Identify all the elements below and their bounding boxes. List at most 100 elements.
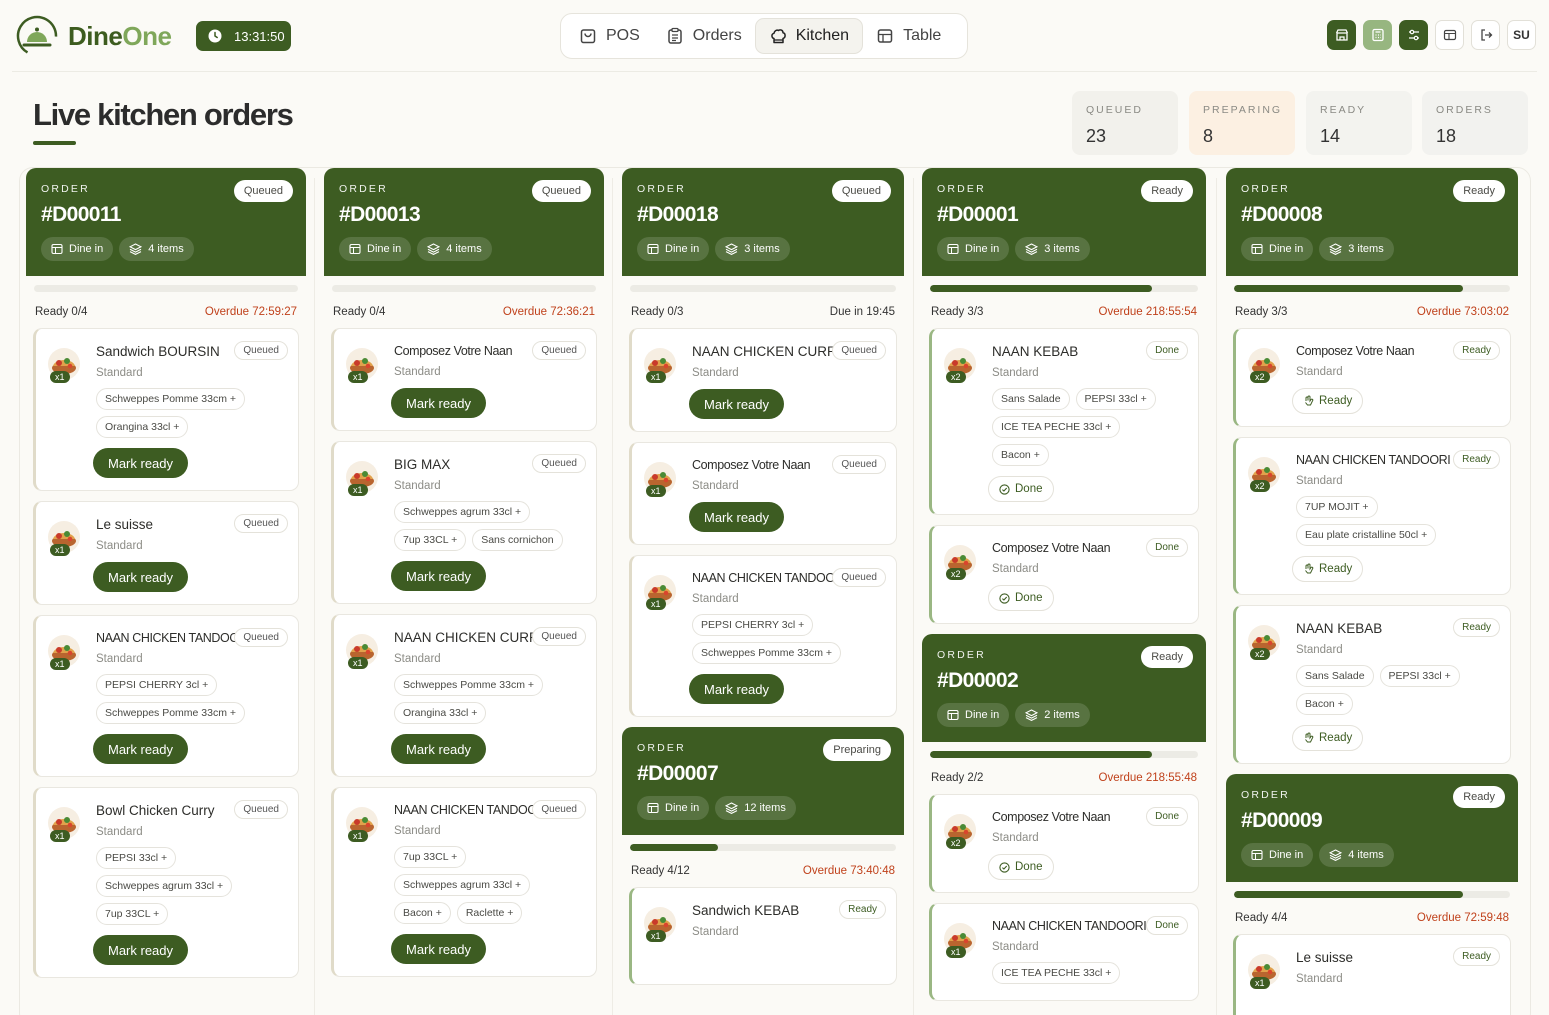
logo[interactable]: DineOne (16, 15, 172, 57)
order-item: x1 NAAN CHICKEN TANDOORI Standard PEPSI CHE… (33, 615, 299, 777)
order-header: ORDER #D00013 Queued Dine in 4 items (324, 168, 604, 276)
item-variant: Standard (394, 825, 441, 837)
check-circle-icon (999, 861, 1010, 873)
page-title: Live kitchen orders (33, 97, 294, 132)
order-meta: Ready 0/4 Overdue 72:59:27 (26, 292, 306, 328)
mark-ready-button[interactable]: Mark ready (391, 388, 487, 418)
hand-icon (1305, 732, 1314, 743)
layers-icon (725, 243, 739, 255)
item-modifiers: 7up 33CL + Schweppes agrum 33cl + Bacon + R… (394, 846, 584, 924)
order-progress-bar (630, 844, 896, 851)
hand-icon (1305, 563, 1314, 574)
order-status-badge: Queued (233, 180, 293, 202)
mark-ready-button[interactable]: Mark ready (689, 502, 785, 532)
table-icon (1251, 849, 1263, 861)
mark-ready-button[interactable]: Mark ready (93, 734, 189, 764)
item-quantity: x2 (1250, 371, 1270, 383)
stat-value: 23 (1086, 126, 1107, 146)
logout-button[interactable] (1471, 20, 1500, 50)
items-count: 4 items (1348, 849, 1384, 861)
item-status-badge: Queued (234, 628, 288, 647)
order-number: #D00013 (339, 203, 421, 226)
due-time: Overdue 72:36:21 (502, 306, 595, 318)
calculator-button[interactable] (1363, 20, 1392, 50)
item-variant: Standard (1296, 644, 1343, 656)
item-status-badge: Queued (532, 454, 586, 473)
order-progress-fill (1234, 285, 1464, 292)
modifier-chip: Schweppes agrum 33cl + (394, 874, 531, 896)
item-modifiers: Sans Salade PEPSI 33cl + Bacon + (1296, 665, 1486, 715)
item-variant: Standard (692, 480, 739, 492)
layers-icon (1025, 709, 1039, 721)
done-button[interactable]: Done (988, 854, 1054, 880)
mark-ready-button[interactable]: Mark ready (391, 561, 487, 591)
modifier-chip: Sans Salade (1296, 665, 1374, 687)
tab-table[interactable]: Table (863, 18, 954, 54)
mark-ready-button[interactable]: Mark ready (689, 389, 785, 419)
divider (12, 71, 1537, 72)
tab-kitchen[interactable]: Kitchen (754, 18, 864, 54)
column-divider (612, 178, 613, 1015)
user-avatar[interactable]: SU (1507, 20, 1536, 50)
stat-queued: QUEUED 23 (1072, 91, 1178, 155)
order-column: ORDER #D00011 Queued Dine in 4 items Ready 0/… (26, 168, 306, 988)
item-quantity: x1 (50, 830, 70, 842)
items-count: 4 items (446, 243, 482, 255)
done-button[interactable]: Done (988, 476, 1054, 502)
clock-badge: 13:31:50 (196, 21, 291, 51)
layout-button[interactable] (1435, 20, 1464, 50)
item-quantity: x1 (348, 371, 368, 383)
order-item: x1 NAAN CHICKEN TANDOORI Standard PEPSI CHE… (629, 555, 897, 717)
modifier-chip: 7UP MOJIT + (1296, 496, 1378, 518)
item-status-badge: Ready (839, 900, 886, 919)
order-item: x2 Composez Votre Naan Standard Done Done (929, 525, 1199, 624)
ready-count: Ready 0/4 (35, 306, 88, 318)
tab-orders[interactable]: Orders (653, 18, 755, 54)
item-status-badge: Ready (1453, 947, 1500, 966)
ready-button[interactable]: Ready (1292, 725, 1364, 751)
order-meta: Ready 0/4 Overdue 72:36:21 (324, 292, 604, 328)
order-column: ORDER #D00018 Queued Dine in 3 items Ready 0/… (622, 168, 904, 995)
order-progress-bar (34, 285, 298, 292)
item-modifiers: 7UP MOJIT + Eau plate cristalline 50cl + (1296, 496, 1486, 546)
due-time: Overdue 73:40:48 (802, 865, 895, 877)
order-number: #D00009 (1241, 809, 1323, 832)
order-header: ORDER #D00009 Ready Dine in 4 items (1226, 774, 1518, 882)
item-status-badge: Queued (532, 341, 586, 360)
order-item: x2 NAAN KEBAB Standard Sans Salade PEPSI 33c… (929, 328, 1199, 515)
item-modifiers: Schweppes Pomme 33cm + Orangina 33cl + (394, 674, 584, 724)
order-card: ORDER #D00007 Preparing Dine in 12 items Read… (622, 727, 904, 985)
item-variant: Standard (692, 367, 739, 379)
clipboard-icon (668, 27, 682, 44)
ready-count: Ready 3/3 (931, 306, 984, 318)
mark-ready-button[interactable]: Mark ready (689, 674, 785, 704)
ready-button[interactable]: Ready (1292, 556, 1364, 582)
tab-pos[interactable]: POS (566, 18, 653, 54)
ready-count: Ready 4/4 (1235, 912, 1288, 924)
order-header: ORDER #D00007 Preparing Dine in 12 items (622, 727, 904, 835)
mark-ready-button[interactable]: Mark ready (391, 734, 487, 764)
done-button[interactable]: Done (988, 585, 1054, 611)
ready-button[interactable]: Ready (1292, 388, 1364, 414)
item-variant: Standard (96, 367, 143, 379)
mark-ready-button[interactable]: Mark ready (93, 562, 189, 592)
mark-ready-button[interactable]: Mark ready (93, 935, 189, 965)
order-item: x1 Le suisse Standard Mark ready Queued (33, 501, 299, 605)
table-icon (877, 29, 893, 43)
store-button[interactable] (1327, 20, 1356, 50)
settings-button[interactable] (1399, 20, 1428, 50)
item-quantity: x1 (50, 658, 70, 670)
layout-icon (1443, 29, 1456, 41)
item-quantity: x1 (348, 830, 368, 842)
items-count: 3 items (744, 243, 780, 255)
done-label: Done (1015, 861, 1043, 873)
mark-ready-button[interactable]: Mark ready (93, 448, 189, 478)
modifier-chip: Schweppes agrum 33cl + (394, 501, 531, 523)
modifier-chip: ICE TEA PECHE 33cl + (992, 962, 1121, 984)
item-quantity: x1 (646, 930, 666, 942)
check-circle-icon (999, 592, 1010, 604)
dine-in-chip: Dine in (1241, 237, 1314, 261)
mark-ready-button[interactable]: Mark ready (391, 934, 487, 964)
order-item: x1 NAAN CHICKEN CURRY Standard Mark ready Qu… (629, 328, 897, 432)
tab-orders-label: Orders (692, 27, 742, 44)
